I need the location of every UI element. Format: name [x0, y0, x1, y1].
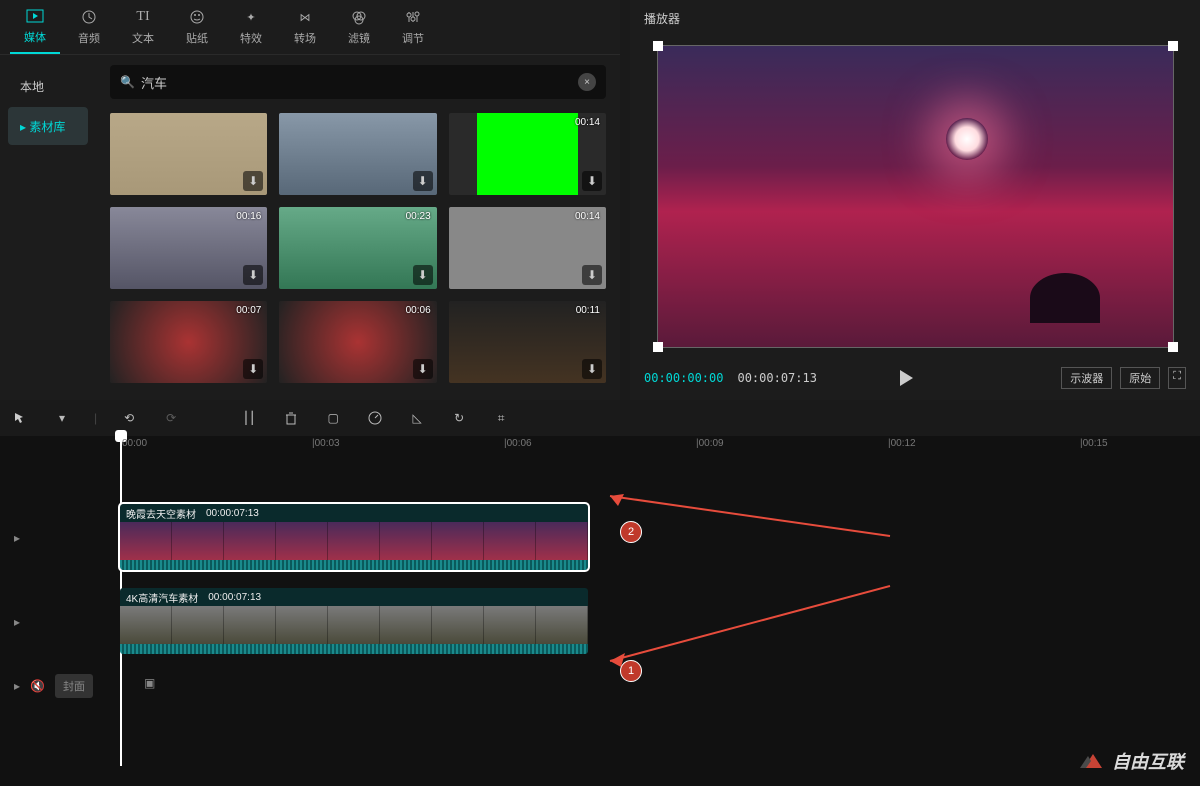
undo-button[interactable]: ⟲: [119, 408, 139, 428]
cover-button[interactable]: 封面: [55, 674, 93, 698]
crop-tool[interactable]: ⌗: [491, 408, 511, 428]
rotate-tool[interactable]: ↻: [449, 408, 469, 428]
timecode-current: 00:00:00:00: [644, 371, 723, 385]
asset-thumb[interactable]: ⬇: [279, 113, 436, 195]
resize-handle[interactable]: [653, 41, 663, 51]
tab-sticker[interactable]: 贴纸: [172, 0, 222, 54]
audio-icon: [80, 8, 98, 26]
asset-thumb[interactable]: 00:14⬇: [449, 207, 606, 289]
clip-car[interactable]: 4K高清汽车素材00:00:07:13: [120, 588, 588, 654]
download-icon[interactable]: ⬇: [413, 171, 433, 191]
mute-icon[interactable]: 🔇: [30, 679, 45, 693]
download-icon[interactable]: ⬇: [243, 265, 263, 285]
preview-frame[interactable]: [657, 45, 1174, 348]
split-tool[interactable]: ⎮⎮: [239, 408, 259, 428]
add-track-icon[interactable]: ▣: [144, 676, 155, 690]
fullscreen-button[interactable]: ⛶: [1168, 367, 1186, 389]
tab-filter[interactable]: 滤镜: [334, 0, 384, 54]
player-canvas[interactable]: [640, 37, 1190, 356]
media-icon: [26, 7, 44, 25]
download-icon[interactable]: ⬇: [413, 265, 433, 285]
asset-thumb[interactable]: ⬇: [110, 113, 267, 195]
watermark: 自由互联: [1080, 748, 1184, 774]
download-icon[interactable]: ⬇: [582, 359, 602, 379]
download-icon[interactable]: ⬇: [243, 359, 263, 379]
download-icon[interactable]: ⬇: [413, 359, 433, 379]
tab-transition[interactable]: ⋈转场: [280, 0, 330, 54]
asset-grid: ⬇ ⬇ 00:14⬇ 00:16⬇ 00:23⬇ 00:14⬇ 00:07⬇ 0…: [110, 113, 606, 383]
annotation-1: 1: [620, 660, 642, 682]
delete-tool[interactable]: [281, 408, 301, 428]
scope-button[interactable]: 示波器: [1061, 367, 1112, 389]
sidebar-local[interactable]: 本地: [8, 67, 88, 105]
player-title: 播放器: [630, 0, 1200, 37]
search-bar: 🔍 ×: [110, 65, 606, 99]
asset-thumb[interactable]: 00:14⬇: [449, 113, 606, 195]
sidebar: 本地 ▸ 素材库: [0, 55, 96, 400]
track-toggle-icon[interactable]: ▸: [14, 531, 20, 545]
tab-adjust[interactable]: 调节: [388, 0, 438, 54]
top-nav: 媒体 音频 TI文本 贴纸 ✦特效 ⋈转场 滤镜 调节: [0, 0, 620, 55]
download-icon[interactable]: ⬇: [243, 171, 263, 191]
search-clear[interactable]: ×: [578, 73, 596, 91]
timeline-tracks: ▸ 晚霞去天空素材00:00:07:13 ▸ 4K高清汽车素材00:00:07:…: [0, 456, 1200, 786]
asset-thumb[interactable]: 00:23⬇: [279, 207, 436, 289]
transition-icon: ⋈: [296, 8, 314, 26]
asset-thumb[interactable]: 00:11⬇: [449, 301, 606, 383]
speed-tool[interactable]: [365, 408, 385, 428]
resize-handle[interactable]: [1168, 342, 1178, 352]
resize-handle[interactable]: [653, 342, 663, 352]
chevron-down-icon[interactable]: ▾: [52, 408, 72, 428]
resize-handle[interactable]: [1168, 41, 1178, 51]
sticker-icon: [188, 8, 206, 26]
search-input[interactable]: [141, 75, 578, 90]
filter-icon: [350, 8, 368, 26]
tab-fx[interactable]: ✦特效: [226, 0, 276, 54]
tab-media[interactable]: 媒体: [10, 0, 60, 54]
search-icon: 🔍: [120, 75, 135, 89]
mirror-tool[interactable]: ◺: [407, 408, 427, 428]
timeline-toolbar: ▾ | ⟲ ⟳ ⎮⎮ ▢ ◺ ↻ ⌗: [0, 400, 1200, 436]
asset-thumb[interactable]: 00:07⬇: [110, 301, 267, 383]
download-icon[interactable]: ⬇: [582, 265, 602, 285]
frame-tool[interactable]: ▢: [323, 408, 343, 428]
preview-content: [946, 118, 988, 160]
download-icon[interactable]: ⬇: [582, 171, 602, 191]
tab-text[interactable]: TI文本: [118, 0, 168, 54]
track-toggle-icon[interactable]: ▸: [14, 679, 20, 693]
original-button[interactable]: 原始: [1120, 367, 1160, 389]
asset-thumb[interactable]: 00:06⬇: [279, 301, 436, 383]
fx-icon: ✦: [242, 8, 260, 26]
track-toggle-icon[interactable]: ▸: [14, 615, 20, 629]
adjust-icon: [404, 8, 422, 26]
text-icon: TI: [134, 8, 152, 26]
timeline-ruler[interactable]: 00:00 |00:03 |00:06 |00:09 |00:12 |00:15: [120, 436, 1200, 456]
clip-sunset[interactable]: 晚霞去天空素材00:00:07:13: [120, 504, 588, 570]
timecode-total: 00:00:07:13: [737, 371, 816, 385]
redo-button[interactable]: ⟳: [161, 408, 181, 428]
pointer-tool[interactable]: [10, 408, 30, 428]
tab-audio[interactable]: 音频: [64, 0, 114, 54]
sidebar-library[interactable]: ▸ 素材库: [8, 107, 88, 145]
play-button[interactable]: [898, 369, 914, 387]
asset-thumb[interactable]: 00:16⬇: [110, 207, 267, 289]
annotation-2: 2: [620, 521, 642, 543]
